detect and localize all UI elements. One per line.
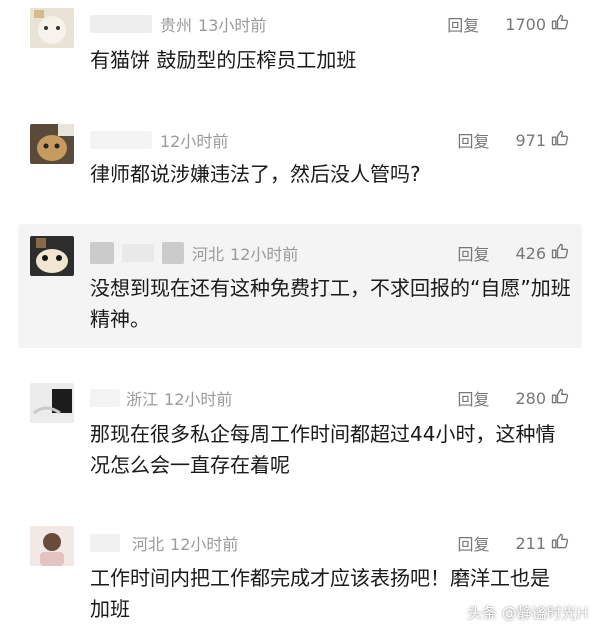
like-count: 1700 <box>505 14 546 34</box>
thumbs-up-icon[interactable] <box>550 128 570 152</box>
avatar[interactable] <box>30 124 74 164</box>
thumbs-up-icon[interactable] <box>550 241 570 265</box>
comment-time: 12小时前 <box>170 535 239 554</box>
avatar[interactable] <box>30 526 74 566</box>
like-count: 211 <box>515 533 546 553</box>
blurred-username[interactable] <box>90 534 120 552</box>
comment-location: 河北 <box>132 535 165 554</box>
comment-item-highlighted: 河北 12小时前 回复 426 没想到现在还有这种免费打工，不求回报的“自愿”加… <box>18 224 582 348</box>
comment-meta: 12小时前 <box>90 127 228 153</box>
comment-text: 没想到现在还有这种免费打工，不求回报的“自愿”加班精神。 <box>90 276 571 331</box>
comment-time: 12小时前 <box>160 132 229 151</box>
blurred-username[interactable] <box>90 389 120 407</box>
blurred-username[interactable] <box>90 15 152 33</box>
comment-item: 贵州 13小时前 回复 1700 有猫饼 鼓励型的压榨员工加班 <box>0 0 600 100</box>
blurred-username-part <box>122 244 154 262</box>
comment-meta: 浙江 12小时前 <box>90 385 232 411</box>
comment-actions: 回复 280 <box>457 385 570 411</box>
avatar[interactable] <box>30 236 74 276</box>
comment-time: 12小时前 <box>230 245 299 264</box>
comment-actions: 回复 211 <box>457 530 570 556</box>
comment-list: 贵州 13小时前 回复 1700 有猫饼 鼓励型的压榨员工加班 12小时前 回复… <box>0 0 600 631</box>
comment-location: 河北 <box>192 245 225 264</box>
comment-actions: 回复 1700 <box>447 11 570 37</box>
comment-location: 贵州 <box>160 16 193 35</box>
thumbs-up-icon[interactable] <box>550 12 570 36</box>
thumbs-up-icon[interactable] <box>550 386 570 410</box>
like-count: 971 <box>515 130 546 150</box>
comment-time: 12小时前 <box>164 390 233 409</box>
blurred-username[interactable] <box>90 242 114 264</box>
comment-location: 浙江 <box>126 390 159 409</box>
comment-actions: 回复 426 <box>457 240 570 266</box>
comment-text: 律师都说涉嫌违法了，然后没人管吗? <box>90 162 421 186</box>
avatar[interactable] <box>30 8 74 48</box>
like-count: 426 <box>515 243 546 263</box>
like-count: 280 <box>515 388 546 408</box>
comment-meta: 贵州 13小时前 <box>90 11 266 37</box>
comment-meta: 河北 12小时前 <box>90 530 238 556</box>
comment-item: 12小时前 回复 971 律师都说涉嫌违法了，然后没人管吗? <box>0 110 600 215</box>
comment-text: 有猫饼 鼓励型的压榨员工加班 <box>90 48 357 72</box>
blurred-username[interactable] <box>90 131 152 149</box>
reply-button[interactable]: 回复 <box>457 531 489 555</box>
blurred-username-part <box>162 242 184 264</box>
comment-item: 浙江 12小时前 回复 280 那现在很多私企每周工作时间都超过44小时，这种情… <box>0 375 600 495</box>
comment-meta: 河北 12小时前 <box>90 240 298 266</box>
avatar[interactable] <box>30 383 74 423</box>
comment-time: 13小时前 <box>198 16 267 35</box>
reply-button[interactable]: 回复 <box>447 12 479 36</box>
reply-button[interactable]: 回复 <box>457 241 489 265</box>
comment-text: 那现在很多私企每周工作时间都超过44小时，这种情况怎么会一直存在着呢 <box>90 422 556 477</box>
reply-button[interactable]: 回复 <box>457 128 489 152</box>
comment-actions: 回复 971 <box>457 127 570 153</box>
reply-button[interactable]: 回复 <box>457 386 489 410</box>
watermark: 头条 @静谧时光H <box>466 604 588 622</box>
thumbs-up-icon[interactable] <box>550 531 570 555</box>
